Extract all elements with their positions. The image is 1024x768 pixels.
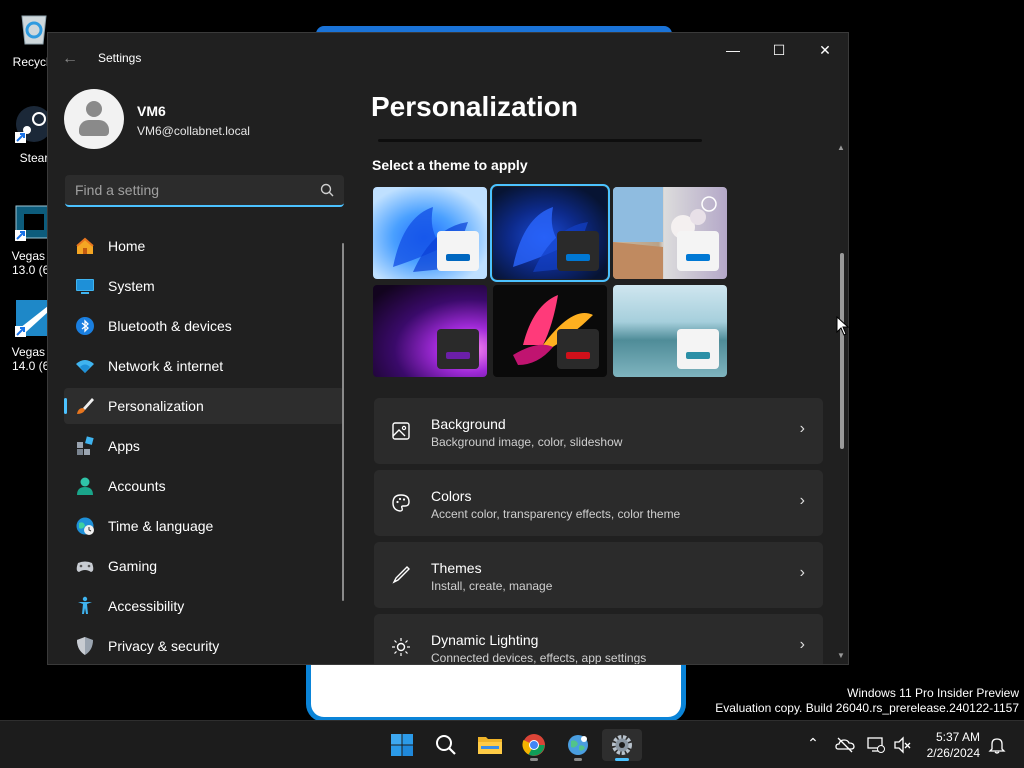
theme-preview-window [437, 231, 479, 271]
sidebar-item-bluetooth[interactable]: Bluetooth & devices [64, 308, 344, 344]
theme-captured-motion[interactable] [493, 285, 607, 377]
theme-preview-window [557, 329, 599, 369]
profile-email: VM6@collabnet.local [137, 124, 250, 138]
themes-heading: Select a theme to apply [372, 157, 528, 173]
title-bar[interactable]: ← Settings — ☐ ✕ [48, 33, 848, 81]
gamepad-icon [76, 561, 94, 572]
onedrive-offline-icon[interactable] [835, 735, 855, 755]
sidebar-item-gaming[interactable]: Gaming [64, 548, 344, 584]
active-indicator [615, 758, 629, 761]
settings-window: ← Settings — ☐ ✕ VM6 VM6@collabnet.local… [47, 32, 849, 665]
sidebar-item-privacy-security[interactable]: Privacy & security [64, 628, 344, 664]
accessibility-icon [78, 596, 92, 614]
folder-icon [478, 737, 502, 754]
theme-preview-window [677, 231, 719, 271]
search-button[interactable] [426, 729, 466, 761]
windows-logo-icon [391, 734, 413, 756]
mouse-cursor-icon [836, 316, 850, 336]
start-button[interactable] [382, 729, 422, 761]
network-app-button[interactable] [558, 729, 598, 761]
search-icon [436, 735, 456, 755]
chevron-right-icon: › [799, 420, 805, 437]
card-dynamic-lighting[interactable]: Dynamic Lighting Connected devices, effe… [374, 614, 823, 664]
clock-date: 2/26/2024 [926, 746, 980, 760]
content-scrollbar[interactable]: ▲ ▼ [836, 141, 848, 663]
shield-icon [77, 637, 93, 655]
apps-icon [77, 436, 94, 455]
theme-windows-dark[interactable] [490, 184, 610, 282]
avatar-head-icon [86, 101, 102, 117]
sidebar-nav: Home System Bluetooth & devices Network … [64, 228, 344, 664]
scroll-up-arrow-icon[interactable]: ▲ [837, 143, 845, 152]
bluetooth-icon [76, 317, 94, 335]
running-indicator [574, 758, 582, 761]
user-profile[interactable]: VM6 VM6@collabnet.local [64, 89, 344, 153]
sidebar-scrollbar[interactable] [342, 243, 344, 601]
sidebar-item-personalization[interactable]: Personalization [64, 388, 344, 424]
palette-icon [392, 494, 410, 512]
globe-app-icon [568, 735, 588, 755]
home-icon [76, 237, 94, 254]
search-box[interactable] [65, 175, 344, 207]
sidebar-item-apps[interactable]: Apps [64, 428, 344, 464]
search-input[interactable] [75, 175, 305, 205]
chrome-button[interactable] [514, 729, 554, 761]
theme-glow[interactable] [373, 285, 487, 377]
gear-icon [612, 735, 632, 755]
window-title: Settings [98, 51, 142, 65]
file-explorer-button[interactable] [470, 729, 510, 761]
pen-icon [392, 566, 410, 584]
theme-flow[interactable] [613, 285, 727, 377]
sidebar-item-time-language[interactable]: Time & language [64, 508, 344, 544]
card-themes[interactable]: Themes Install, create, manage › [374, 542, 823, 608]
sidebar-item-system[interactable]: System [64, 268, 344, 304]
chevron-right-icon: › [799, 636, 805, 653]
close-button[interactable]: ✕ [802, 33, 848, 67]
settings-taskbar-button[interactable] [602, 729, 642, 761]
chevron-right-icon: › [799, 564, 805, 581]
chevron-right-icon: › [799, 492, 805, 509]
avatar-body-icon [79, 120, 109, 136]
scroll-thumb[interactable] [840, 253, 844, 449]
chrome-icon [522, 734, 545, 756]
notification-bell-icon[interactable] [987, 735, 1007, 755]
card-background[interactable]: Background Background image, color, slid… [374, 398, 823, 464]
profile-name: VM6 [137, 103, 166, 119]
accounts-icon [77, 477, 93, 495]
theme-preview-window [437, 329, 479, 369]
sidebar-item-network[interactable]: Network & internet [64, 348, 344, 384]
clock-time: 5:37 AM [935, 730, 980, 744]
back-arrow-icon[interactable]: ← [62, 49, 82, 69]
theme-preview-window [677, 329, 719, 369]
show-hidden-icons-chevron-up-icon[interactable]: ⌃ [803, 735, 823, 755]
taskbar: ⌃ 5:37 AM 2/26/2024 [0, 720, 1024, 768]
scroll-down-arrow-icon[interactable]: ▼ [837, 651, 845, 660]
sidebar-item-home[interactable]: Home [64, 228, 344, 264]
card-colors[interactable]: Colors Accent color, transparency effect… [374, 470, 823, 536]
evaluation-watermark: Windows 11 Pro Insider Preview Evaluatio… [715, 686, 1019, 715]
running-indicator [530, 758, 538, 761]
sidebar-item-accounts[interactable]: Accounts [64, 468, 344, 504]
theme-preview-edge [378, 139, 702, 142]
globe-clock-icon [76, 517, 94, 535]
search-icon[interactable] [320, 183, 334, 197]
network-status-icon[interactable] [866, 735, 886, 755]
sidebar-item-accessibility[interactable]: Accessibility [64, 588, 344, 624]
maximize-button[interactable]: ☐ [756, 33, 802, 67]
theme-preview-window [557, 231, 599, 271]
minimize-button[interactable]: — [710, 33, 756, 67]
clock[interactable]: 5:37 AM 2/26/2024 [927, 729, 980, 761]
lighting-icon [392, 638, 410, 656]
image-icon [392, 422, 410, 440]
theme-windows-light[interactable] [373, 187, 487, 279]
page-title: Personalization [371, 91, 578, 122]
volume-muted-icon[interactable] [892, 735, 912, 755]
system-icon [76, 279, 94, 294]
theme-spotlight[interactable] [613, 187, 727, 279]
brush-icon [77, 398, 94, 414]
avatar [64, 89, 124, 149]
wifi-icon [76, 360, 94, 373]
